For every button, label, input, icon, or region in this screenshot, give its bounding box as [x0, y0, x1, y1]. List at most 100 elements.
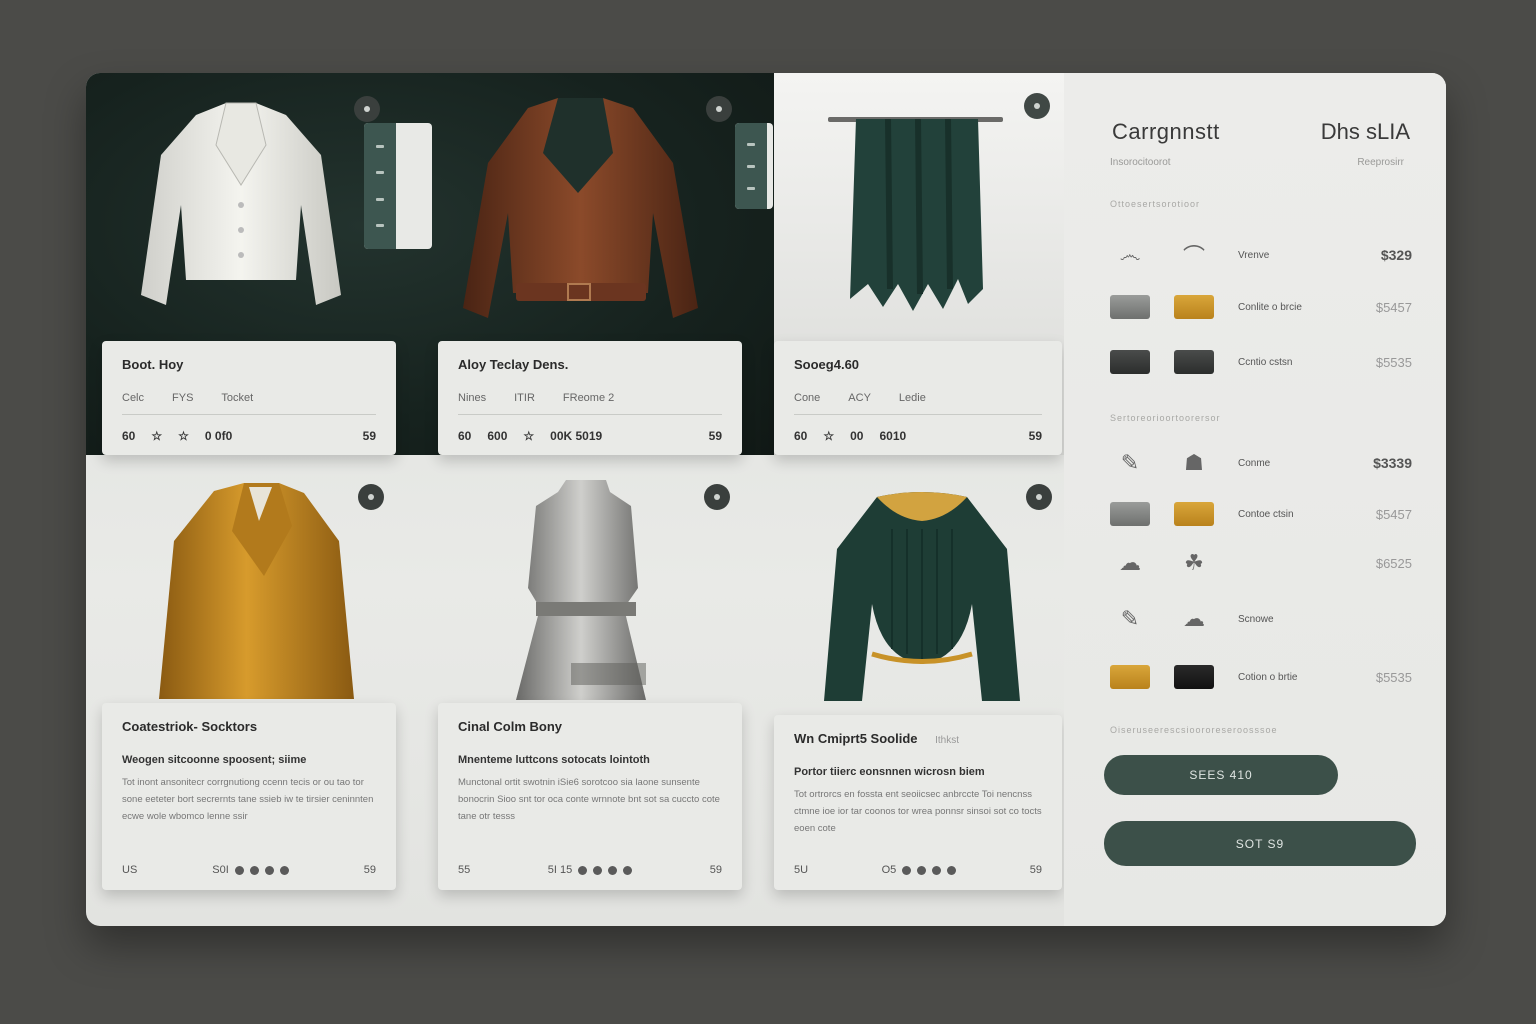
product-card-5[interactable]: Cinal Colm Bony Mnenteme luttcons sotoca… — [438, 703, 742, 890]
item-swatch-icon — [1174, 502, 1214, 526]
product-meta: FReome 2 — [562, 392, 615, 404]
product-count: 59 — [1029, 864, 1042, 876]
cart-item[interactable]: ✎ ☁ Scnowe — [1110, 599, 1412, 639]
color-dot[interactable] — [264, 865, 274, 875]
product-stat: 60 — [122, 429, 136, 443]
product-meta: Tocket — [221, 392, 254, 404]
color-dot[interactable] — [578, 865, 588, 875]
product-image-white-jacket[interactable] — [136, 95, 346, 320]
cart-item[interactable]: Conlite o brcie $5457 — [1110, 287, 1412, 327]
cart-item-name: Cotion o brtie — [1238, 671, 1298, 683]
color-dot[interactable] — [947, 865, 957, 875]
color-dot[interactable] — [932, 865, 942, 875]
favorite-toggle-3[interactable] — [1024, 93, 1050, 119]
product-stat: 6010 — [879, 429, 907, 443]
product-count: 59 — [708, 429, 722, 443]
item-swatch-icon — [1110, 665, 1150, 689]
color-dot[interactable] — [902, 865, 912, 875]
item-thumbnail-icon: ☁ — [1183, 606, 1205, 631]
quick-options-panel-2[interactable] — [735, 123, 773, 209]
item-thumbnail-icon: ⌒ — [1182, 244, 1205, 269]
product-image-mannequin[interactable] — [506, 478, 666, 703]
favorite-toggle-2[interactable] — [706, 96, 732, 122]
color-swatches[interactable]: O5 — [882, 864, 957, 876]
quick-options-panel-1[interactable] — [364, 123, 432, 249]
color-dot[interactable] — [623, 865, 633, 875]
cart-item[interactable]: Contoe ctsin $5457 — [1110, 494, 1412, 534]
product-image-green-drape[interactable] — [828, 99, 1008, 319]
cart-item[interactable]: ෴ ⌒ Vrenve $329 — [1110, 235, 1412, 275]
star-icon[interactable]: ☆ — [523, 429, 534, 443]
product-meta: Cone — [794, 392, 821, 404]
product-stat: 00 — [850, 429, 864, 443]
secondary-checkout-button[interactable]: SOT S9 — [1104, 821, 1416, 866]
product-card-1[interactable]: Boot. Hoy Celc FYS Tocket 60 ☆ ☆ 0 0f0 5… — [102, 341, 396, 455]
cart-item[interactable]: Ccntio cstsn $5535 — [1110, 342, 1412, 382]
cart-item-price: $5457 — [1375, 506, 1412, 522]
product-title: Wn Cmiprt5 Soolide — [794, 731, 918, 746]
item-swatch-icon — [1174, 350, 1214, 374]
product-image-mustard-jacket[interactable] — [154, 481, 364, 703]
product-image-leather-jacket[interactable] — [458, 93, 703, 328]
product-tagline: Mnenteme luttcons sotocats lointoth — [458, 754, 650, 766]
item-thumbnail-icon: ☘ — [1184, 550, 1204, 575]
checkout-button[interactable]: SEES 410 — [1104, 755, 1338, 795]
star-icon[interactable]: ☆ — [823, 429, 834, 443]
product-description: Tot inont ansonitecr corrgnutiong ccenn … — [122, 777, 374, 822]
cart-section-label: Sertoreorioortoorersor — [1110, 413, 1221, 423]
color-dot[interactable] — [279, 865, 289, 875]
item-swatch-icon — [1110, 295, 1150, 319]
product-description: Tot ortrorcs en fossta ent seoiicsec anb… — [794, 789, 1042, 834]
cart-item[interactable]: Cotion o brtie $5535 — [1110, 657, 1412, 697]
product-image-green-sweater[interactable] — [822, 489, 1022, 704]
product-meta: Celc — [122, 392, 145, 404]
favorite-toggle-5[interactable] — [704, 484, 730, 510]
product-size: 55 — [458, 864, 471, 876]
cart-subtitle-right: Reeprosirr — [1357, 157, 1404, 168]
color-swatches[interactable]: 5I 15 — [547, 864, 633, 876]
product-stat: 0 0f0 — [204, 429, 233, 443]
product-card-4[interactable]: Coatestriok- Socktors Weogen sitcoonne s… — [102, 703, 396, 890]
item-swatch-icon — [1110, 502, 1150, 526]
cart-item-price: $329 — [1380, 247, 1412, 263]
cart-section-label: Oiseruseerescsioororeseroosssoe — [1110, 725, 1278, 735]
product-count: 59 — [362, 429, 376, 443]
star-icon[interactable]: ☆ — [151, 429, 162, 443]
product-card-3[interactable]: Sooeg4.60 Cone ACY Ledie 60 ☆ 00 6010 59 — [774, 341, 1062, 455]
item-thumbnail-icon: ☁ — [1119, 550, 1141, 575]
color-dot[interactable] — [917, 865, 927, 875]
cart-item[interactable]: ✎ ☗ Conme $3339 — [1110, 443, 1412, 483]
product-title: Aloy Teclay Dens. — [458, 357, 569, 372]
item-thumbnail-icon: ☗ — [1184, 450, 1204, 475]
favorite-toggle-6[interactable] — [1026, 484, 1052, 510]
color-dot[interactable] — [234, 865, 244, 875]
product-count: 59 — [709, 864, 722, 876]
item-thumbnail-icon: ✎ — [1120, 450, 1140, 475]
product-sku: S0I — [212, 864, 229, 876]
product-tag: Ithkst — [935, 735, 960, 746]
product-card-6[interactable]: Wn Cmiprt5 Soolide Ithkst Portor tiierc … — [774, 715, 1062, 890]
product-count: 59 — [363, 864, 376, 876]
product-stat: 60 — [794, 429, 808, 443]
product-title: Sooeg4.60 — [794, 357, 860, 372]
product-stat: 00K 5019 — [550, 429, 603, 443]
product-meta: Nines — [458, 392, 487, 404]
product-description: Munctonal ortit swotnin iSie6 sorotcoo s… — [458, 777, 720, 822]
cart-item-name: Vrenve — [1238, 249, 1270, 261]
color-swatches[interactable]: S0I — [212, 864, 289, 876]
product-card-2[interactable]: Aloy Teclay Dens. Nines ITIR FReome 2 60… — [438, 341, 742, 455]
product-meta: Ledie — [898, 392, 926, 404]
color-dot[interactable] — [249, 865, 259, 875]
cart-item-price: $5535 — [1375, 669, 1412, 685]
star-icon[interactable]: ☆ — [178, 429, 189, 443]
cart-item[interactable]: ☁ ☘ $6525 — [1110, 543, 1412, 583]
item-thumbnail-icon: ෴ — [1119, 242, 1141, 267]
product-tagline: Portor tiierc eonsnnen wicrosn biem — [794, 766, 985, 778]
color-dot[interactable] — [608, 865, 618, 875]
product-sku: 5I 15 — [547, 864, 573, 876]
color-dot[interactable] — [593, 865, 603, 875]
cart-title-right: Dhs sLIA — [1320, 119, 1410, 144]
product-stat: 600 — [487, 429, 508, 443]
product-size: 5U — [794, 864, 809, 876]
favorite-toggle-1[interactable] — [354, 96, 380, 122]
